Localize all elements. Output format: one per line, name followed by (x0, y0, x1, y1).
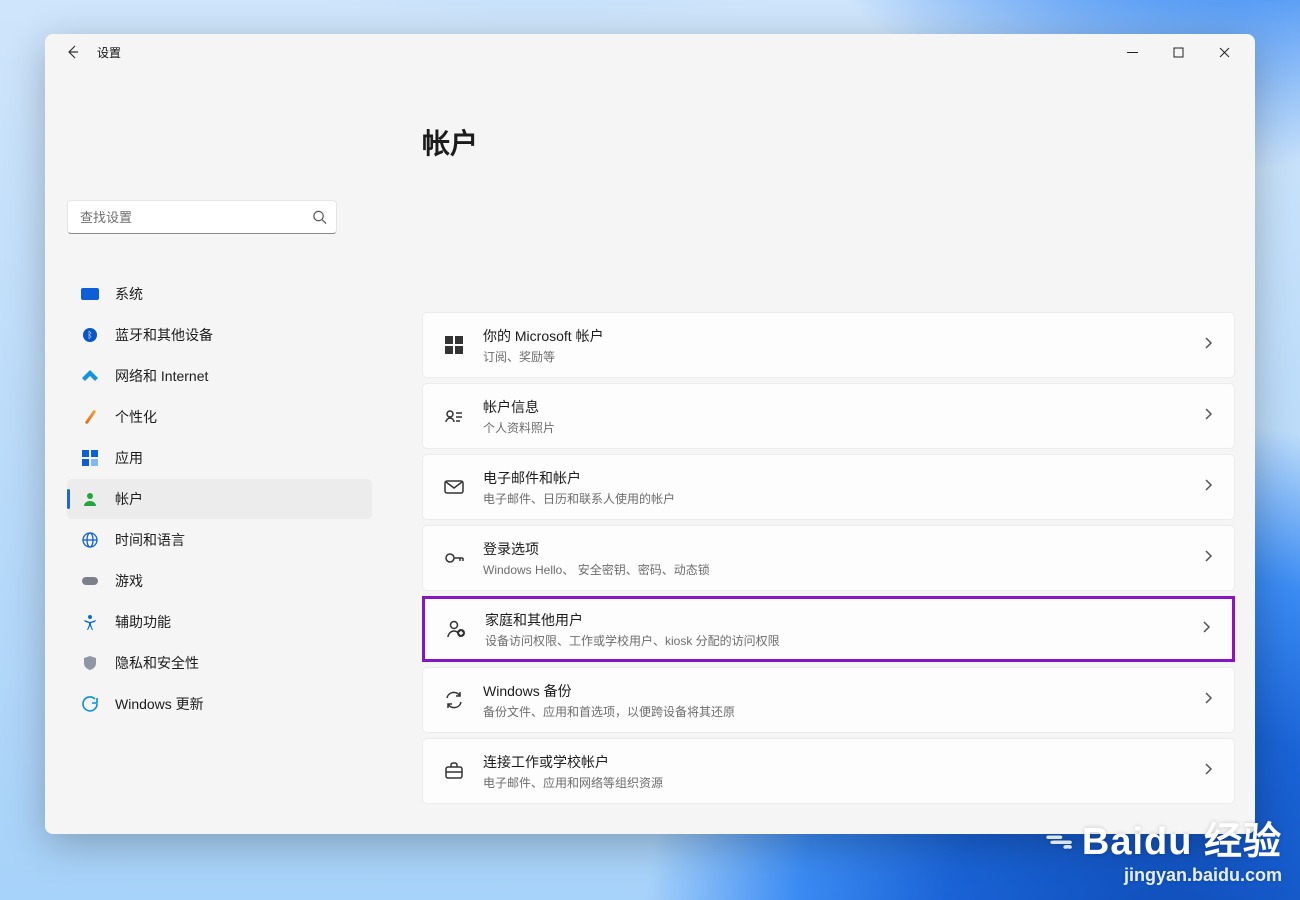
sidebar-item-gaming[interactable]: 游戏 (67, 561, 372, 601)
sidebar-item-label: 时间和语言 (115, 530, 185, 550)
sidebar-item-label: 应用 (115, 448, 143, 468)
card-texts: 家庭和其他用户 设备访问权限、工作或学校用户、kiosk 分配的访问权限 (485, 610, 780, 649)
card-title: 登录选项 (483, 539, 710, 559)
card-desc: 备份文件、应用和首选项，以便跨设备将其还原 (483, 703, 735, 720)
sidebar-item-accounts[interactable]: 帐户 (67, 479, 372, 519)
shield-icon (81, 654, 99, 672)
sidebar-item-system[interactable]: 系统 (67, 274, 372, 314)
card-account-info[interactable]: 帐户信息 个人资料照片 (422, 383, 1235, 449)
card-title: 电子邮件和帐户 (483, 468, 675, 488)
sidebar-item-label: Windows 更新 (115, 694, 204, 714)
sidebar-item-label: 隐私和安全性 (115, 653, 199, 673)
arrow-left-icon (65, 44, 81, 60)
update-icon (81, 695, 99, 713)
card-texts: 电子邮件和帐户 电子邮件、日历和联系人使用的帐户 (483, 468, 675, 507)
globe-icon (81, 531, 99, 549)
content: 帐户 你的 Microsoft 帐户 订阅、奖励等 (372, 70, 1235, 814)
card-texts: 你的 Microsoft 帐户 订阅、奖励等 (483, 326, 604, 365)
mail-icon (443, 476, 465, 498)
page-title: 帐户 (422, 122, 1235, 162)
card-desc: 设备访问权限、工作或学校用户、kiosk 分配的访问权限 (485, 632, 780, 649)
sidebar-item-label: 系统 (115, 284, 143, 304)
minimize-icon (1127, 47, 1138, 58)
back-button[interactable] (63, 42, 83, 62)
sidebar-item-label: 帐户 (115, 489, 143, 509)
window-title: 设置 (97, 44, 121, 61)
cards-list: 你的 Microsoft 帐户 订阅、奖励等 帐户信息 个人资料照片 (422, 312, 1235, 804)
sidebar-item-label: 辅助功能 (115, 612, 171, 632)
key-icon (443, 547, 465, 569)
maximize-icon (1173, 47, 1184, 58)
card-texts: 连接工作或学校帐户 电子邮件、应用和网络等组织资源 (483, 752, 663, 791)
card-family-users[interactable]: 家庭和其他用户 设备访问权限、工作或学校用户、kiosk 分配的访问权限 (422, 596, 1235, 662)
card-desc: 订阅、奖励等 (483, 348, 604, 365)
watermark-url: jingyan.baidu.com (1045, 865, 1282, 886)
close-icon (1219, 47, 1230, 58)
bluetooth-icon: ᛒ (81, 326, 99, 344)
chevron-right-icon (1202, 762, 1214, 780)
chevron-right-icon (1202, 691, 1214, 709)
card-title: Windows 备份 (483, 681, 735, 701)
id-card-icon (443, 405, 465, 427)
card-texts: 登录选项 Windows Hello、 安全密钥、密码、动态锁 (483, 539, 710, 578)
sidebar: 系统 ᛒ 蓝牙和其他设备 网络和 Internet 个性化 (67, 70, 372, 814)
accessibility-icon (81, 613, 99, 631)
sidebar-item-accessibility[interactable]: 辅助功能 (67, 602, 372, 642)
sidebar-item-label: 个性化 (115, 407, 157, 427)
card-title: 帐户信息 (483, 397, 555, 417)
sidebar-item-personalization[interactable]: 个性化 (67, 397, 372, 437)
wifi-icon (81, 367, 99, 385)
chevron-right-icon (1202, 478, 1214, 496)
titlebar-left: 设置 (53, 42, 121, 62)
sync-icon (443, 689, 465, 711)
brush-icon (81, 408, 99, 426)
system-icon (81, 285, 99, 303)
card-desc: 个人资料照片 (483, 419, 555, 436)
card-work-school[interactable]: 连接工作或学校帐户 电子邮件、应用和网络等组织资源 (422, 738, 1235, 804)
microsoft-logo-icon (443, 334, 465, 356)
briefcase-icon (443, 760, 465, 782)
sidebar-item-label: 游戏 (115, 571, 143, 591)
chevron-right-icon (1200, 620, 1212, 638)
sidebar-item-windows-update[interactable]: Windows 更新 (67, 684, 372, 724)
card-email-accounts[interactable]: 电子邮件和帐户 电子邮件、日历和联系人使用的帐户 (422, 454, 1235, 520)
card-signin-options[interactable]: 登录选项 Windows Hello、 安全密钥、密码、动态锁 (422, 525, 1235, 591)
gamepad-icon (81, 572, 99, 590)
card-title: 家庭和其他用户 (485, 610, 780, 630)
card-desc: Windows Hello、 安全密钥、密码、动态锁 (483, 561, 710, 578)
card-backup[interactable]: Windows 备份 备份文件、应用和首选项，以便跨设备将其还原 (422, 667, 1235, 733)
maximize-button[interactable] (1155, 36, 1201, 68)
search-input[interactable] (67, 200, 337, 234)
chevron-right-icon (1202, 407, 1214, 425)
person-icon (81, 490, 99, 508)
settings-window: 设置 系统 (45, 34, 1255, 834)
card-desc: 电子邮件、日历和联系人使用的帐户 (483, 490, 675, 507)
window-body: 系统 ᛒ 蓝牙和其他设备 网络和 Internet 个性化 (45, 70, 1255, 834)
window-controls (1109, 36, 1247, 68)
sidebar-item-label: 网络和 Internet (115, 366, 208, 386)
card-ms-account[interactable]: 你的 Microsoft 帐户 订阅、奖励等 (422, 312, 1235, 378)
minimize-button[interactable] (1109, 36, 1155, 68)
card-title: 你的 Microsoft 帐户 (483, 326, 604, 346)
search-wrap (67, 200, 337, 234)
titlebar: 设置 (45, 34, 1255, 70)
chevron-right-icon (1202, 336, 1214, 354)
sidebar-nav: 系统 ᛒ 蓝牙和其他设备 网络和 Internet 个性化 (67, 274, 372, 724)
chevron-right-icon (1202, 549, 1214, 567)
sidebar-item-time-language[interactable]: 时间和语言 (67, 520, 372, 560)
card-texts: Windows 备份 备份文件、应用和首选项，以便跨设备将其还原 (483, 681, 735, 720)
add-user-icon (445, 618, 467, 640)
card-title: 连接工作或学校帐户 (483, 752, 663, 772)
card-desc: 电子邮件、应用和网络等组织资源 (483, 774, 663, 791)
card-texts: 帐户信息 个人资料照片 (483, 397, 555, 436)
sidebar-item-network[interactable]: 网络和 Internet (67, 356, 372, 396)
close-button[interactable] (1201, 36, 1247, 68)
search-icon (312, 210, 327, 225)
sidebar-item-apps[interactable]: 应用 (67, 438, 372, 478)
apps-icon (81, 449, 99, 467)
sidebar-item-label: 蓝牙和其他设备 (115, 325, 213, 345)
sidebar-item-privacy[interactable]: 隐私和安全性 (67, 643, 372, 683)
sidebar-item-bluetooth[interactable]: ᛒ 蓝牙和其他设备 (67, 315, 372, 355)
